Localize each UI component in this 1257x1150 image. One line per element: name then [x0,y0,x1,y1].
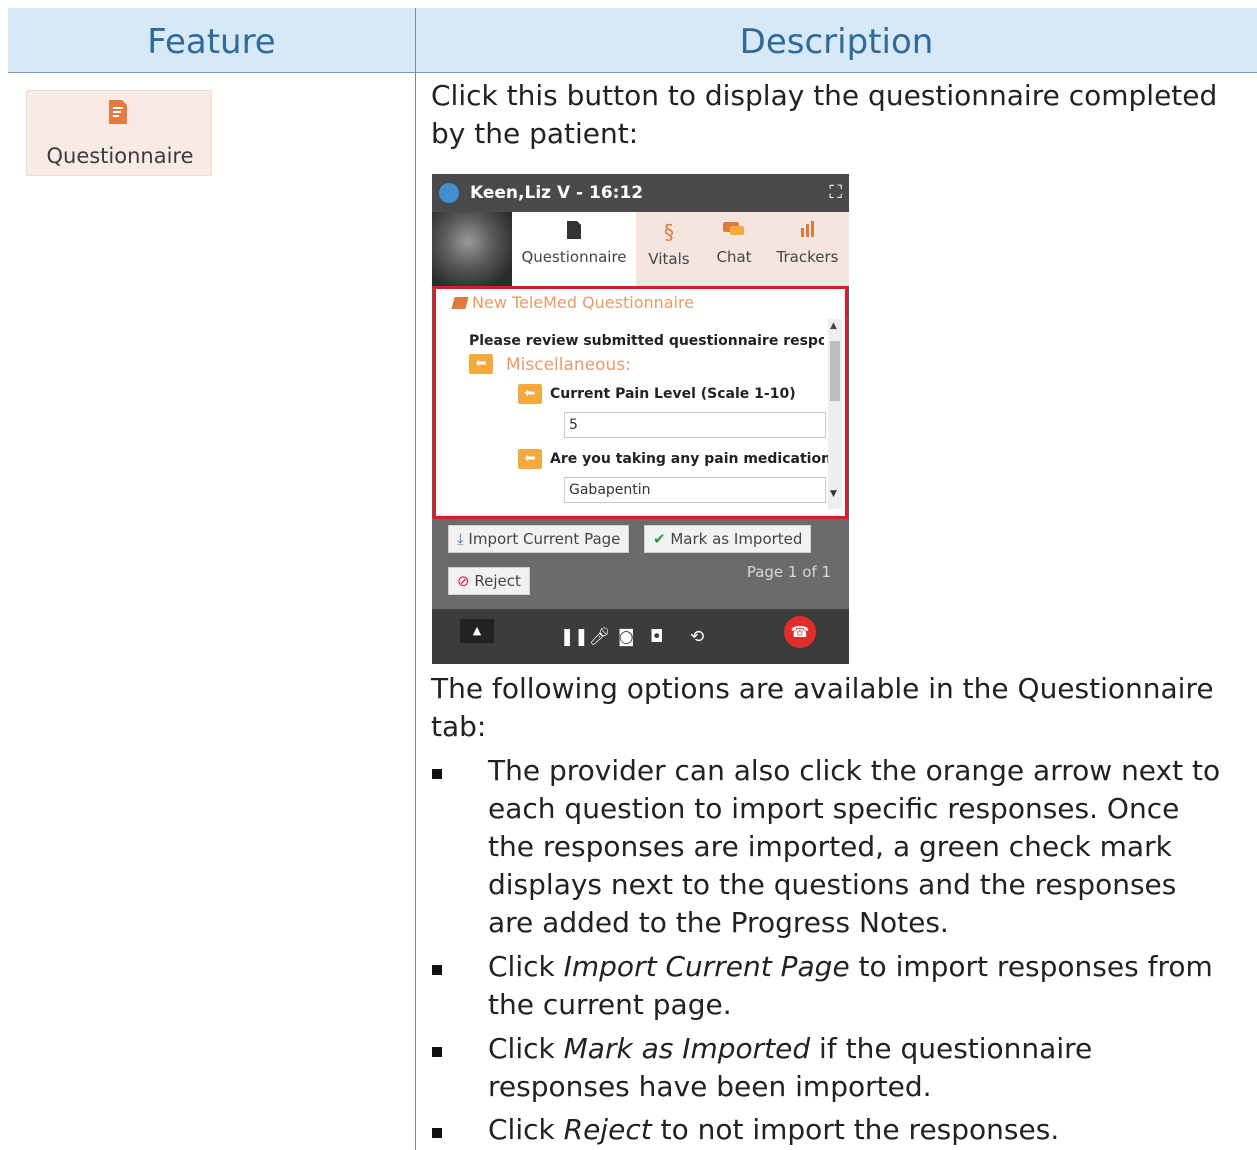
question-label: Current Pain Level (Scale 1-10) [550,386,796,402]
microphone-icon: 🎤︎ [589,627,611,647]
import-button-label: Import Current Page [468,530,621,548]
call-controls: ▲ ❚❚ 🎤︎ ◙ ◘ ⟲ ☎ [432,609,849,664]
bullet-square-icon [432,769,442,779]
tab-trackers: Trackers [766,212,849,286]
pause-icon: ❚❚ [560,627,589,647]
bullet-text-emphasis: Mark as Imported [563,1032,811,1065]
bullet-text-pre: Click [488,950,564,983]
tab-label: Vitals [648,250,690,268]
import-current-page-button: ⤓ Import Current Page [448,525,630,553]
screen-share-icon: ⟲ [690,627,705,647]
tab-questionnaire: Questionnaire [512,212,636,286]
bullet-square-icon [432,965,442,975]
bullet-text-post: to not import the responses. [651,1113,1060,1146]
questionnaire-feature-button: Questionnaire [26,90,212,176]
tab-vitals: § Vitals [636,212,702,286]
table-header: Feature Description [8,8,1257,73]
vitals-icon: § [664,220,674,244]
tab-label: Questionnaire [521,248,627,266]
questionnaire-title: New TeleMed Questionnaire [472,293,695,312]
bullet-text-pre: Click [488,1113,564,1146]
download-icon: ⤓ [457,530,464,548]
feature-column-header: Feature [147,22,276,62]
mark-as-imported-button: ✔ Mark as Imported [644,525,812,553]
screenshot-titlebar: Keen,Liz V - 16:12 ⛶ [432,174,849,212]
camera-switch-icon: ◘ [650,627,664,647]
fullscreen-icon: ⛶ [829,182,842,203]
reject-button: ⊘ Reject [448,567,530,595]
intro-paragraph: Click this button to display the questio… [431,79,1218,150]
questionnaire-feature-label: Questionnaire [46,144,194,168]
questionnaire-icon [109,100,127,124]
questionnaire-tab-icon [567,221,581,239]
app-logo-icon [439,183,459,203]
mark-button-label: Mark as Imported [670,530,803,548]
bullet-square-icon [432,1128,442,1138]
bullet-text: Click Import Current Page to import resp… [488,948,1228,1024]
scroll-up-icon: ▲ [830,321,837,331]
page-indicator: Page 1 of 1 [746,563,831,581]
import-section-arrow-icon: ⬅ [469,354,493,374]
bullet-text: The provider can also click the orange a… [488,754,1221,939]
scroll-down-icon: ▼ [830,489,837,499]
tab-bar: Questionnaire § Vitals Chat Trackers [512,212,849,286]
action-area: ⤓ Import Current Page ✔ Mark as Imported… [432,519,849,609]
chat-icon [723,222,744,235]
bullet-text-emphasis: Import Current Page [563,950,850,983]
tab-chat: Chat [702,212,766,286]
trackers-icon [800,221,814,237]
scrollbar: ▲ ▼ [828,319,842,509]
hang-up-icon: ☎ [784,616,816,648]
options-intro-paragraph: The following options are available in t… [431,672,1214,743]
column-divider [415,8,416,1150]
section-label: Miscellaneous: [506,355,631,375]
bullet-square-icon [432,1047,442,1057]
review-instruction: Please review submitted questionnaire re… [469,333,824,349]
import-question-arrow-icon: ⬅ [518,384,542,404]
scrollbar-thumb [830,341,840,401]
bullet-text-emphasis: Reject [563,1113,652,1146]
tab-label: Trackers [776,248,839,266]
bullet-text: Click Mark as Imported if the questionna… [488,1030,1228,1106]
prohibited-icon: ⊘ [457,572,470,590]
check-icon: ✔ [653,530,666,548]
questionnaire-header-icon [451,297,469,309]
description-column-header: Description [739,22,934,62]
reject-button-label: Reject [474,572,521,590]
video-thumbnail [432,212,512,286]
telemed-screenshot: Keen,Liz V - 16:12 ⛶ Questionnaire § Vit… [432,174,849,664]
patient-title: Keen,Liz V - 16:12 [470,183,644,203]
expand-icon: ▲ [460,619,494,643]
answer-field: Gabapentin [564,477,826,503]
answer-field: 5 [564,412,826,438]
import-question-arrow-icon: ⬅ [518,449,542,469]
question-label: Are you taking any pain medication? [550,451,840,467]
bullet-text-pre: Click [488,1032,564,1065]
questionnaire-panel: New TeleMed Questionnaire Please review … [433,286,848,519]
bullet-text: Click Reject to not import the responses… [488,1111,1228,1149]
tab-label: Chat [716,248,752,266]
camera-icon: ◙ [618,627,635,647]
